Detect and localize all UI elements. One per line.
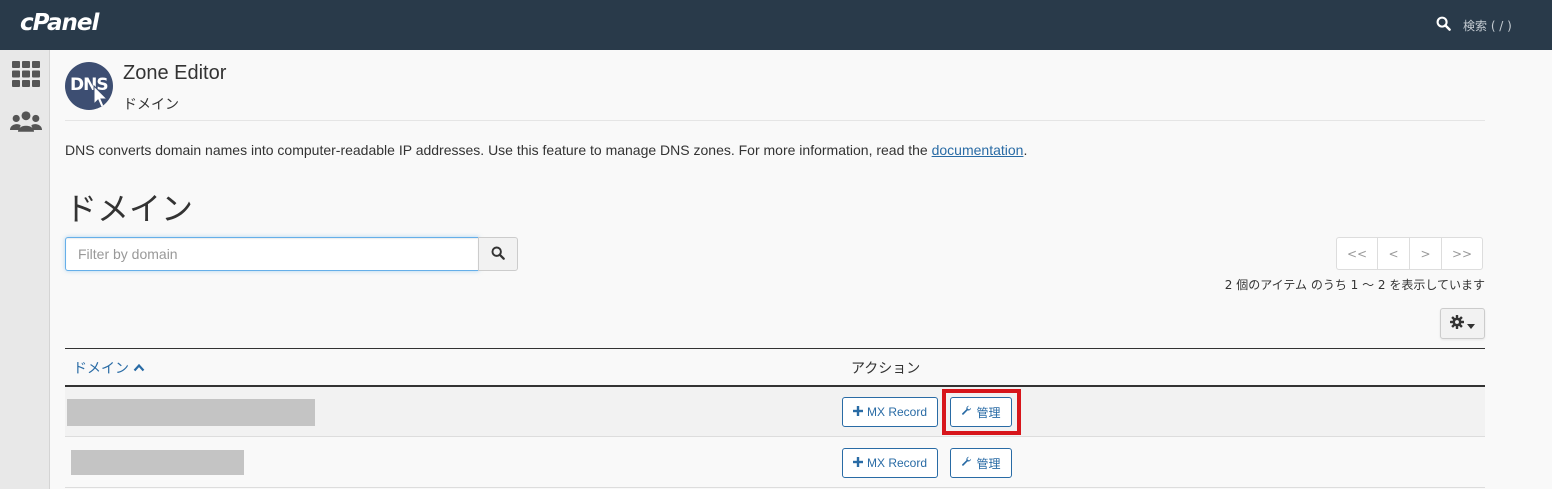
mx-record-label: MX Record: [866, 456, 928, 470]
sidebar: [0, 50, 50, 489]
page-title: Zone Editor: [123, 62, 227, 84]
divider: [65, 120, 1485, 121]
dns-app-icon: DNS: [65, 62, 113, 110]
grid-icon[interactable]: [10, 60, 42, 88]
search-icon: [491, 245, 505, 264]
search-icon[interactable]: [1436, 16, 1451, 35]
manage-label: 管理: [976, 456, 1001, 471]
highlight-box: [942, 389, 1021, 435]
item-count-summary: 2 個のアイテム のうち 1 ～ 2 を表示しています: [1224, 278, 1485, 292]
wrench-icon: [961, 456, 972, 470]
page-description: DNS converts domain names into computer-…: [65, 142, 1027, 158]
cpanel-logo[interactable]: cPanel: [20, 10, 99, 36]
users-icon[interactable]: [10, 108, 42, 136]
add-mx-record-button[interactable]: MX Record: [842, 448, 938, 478]
global-search[interactable]: 検索 ( / ): [1436, 16, 1512, 35]
column-header-action: アクション: [851, 361, 921, 377]
page-subtitle: ドメイン: [123, 97, 179, 113]
settings-dropdown-button[interactable]: [1440, 308, 1485, 339]
manage-button[interactable]: 管理: [950, 448, 1012, 478]
pagination: << < > >>: [1336, 237, 1483, 270]
chevron-up-icon: [133, 360, 145, 376]
last-page-button[interactable]: >>: [1441, 237, 1483, 270]
column-header-domain[interactable]: ドメイン: [73, 358, 145, 378]
table-top-border: [65, 348, 1485, 349]
next-page-button[interactable]: >: [1409, 237, 1442, 270]
mx-record-label: MX Record: [866, 405, 928, 419]
table-row: MX Record 管理: [65, 438, 1485, 488]
documentation-link[interactable]: documentation: [932, 142, 1024, 158]
top-navbar: cPanel 検索 ( / ): [0, 0, 1552, 50]
redacted-domain: [67, 399, 315, 426]
add-mx-record-button[interactable]: MX Record: [842, 397, 938, 427]
gear-icon: [1450, 314, 1464, 333]
description-text: DNS converts domain names into computer-…: [65, 142, 932, 158]
description-end: .: [1023, 142, 1028, 158]
domain-filter-input[interactable]: [65, 237, 479, 271]
prev-page-button[interactable]: <: [1377, 237, 1410, 270]
first-page-button[interactable]: <<: [1336, 237, 1378, 270]
caret-down-icon: [1467, 314, 1475, 333]
filter-search-button[interactable]: [478, 237, 518, 271]
table-row: MX Record 管理: [65, 387, 1485, 437]
redacted-domain: [71, 450, 244, 475]
search-shortcut-label[interactable]: 検索 ( / ): [1463, 17, 1512, 34]
column-header-domain-label: ドメイン: [73, 361, 129, 377]
plus-icon: [852, 405, 863, 419]
cursor-icon: [93, 84, 109, 108]
section-heading: ドメイン: [65, 190, 194, 228]
plus-icon: [852, 456, 863, 470]
